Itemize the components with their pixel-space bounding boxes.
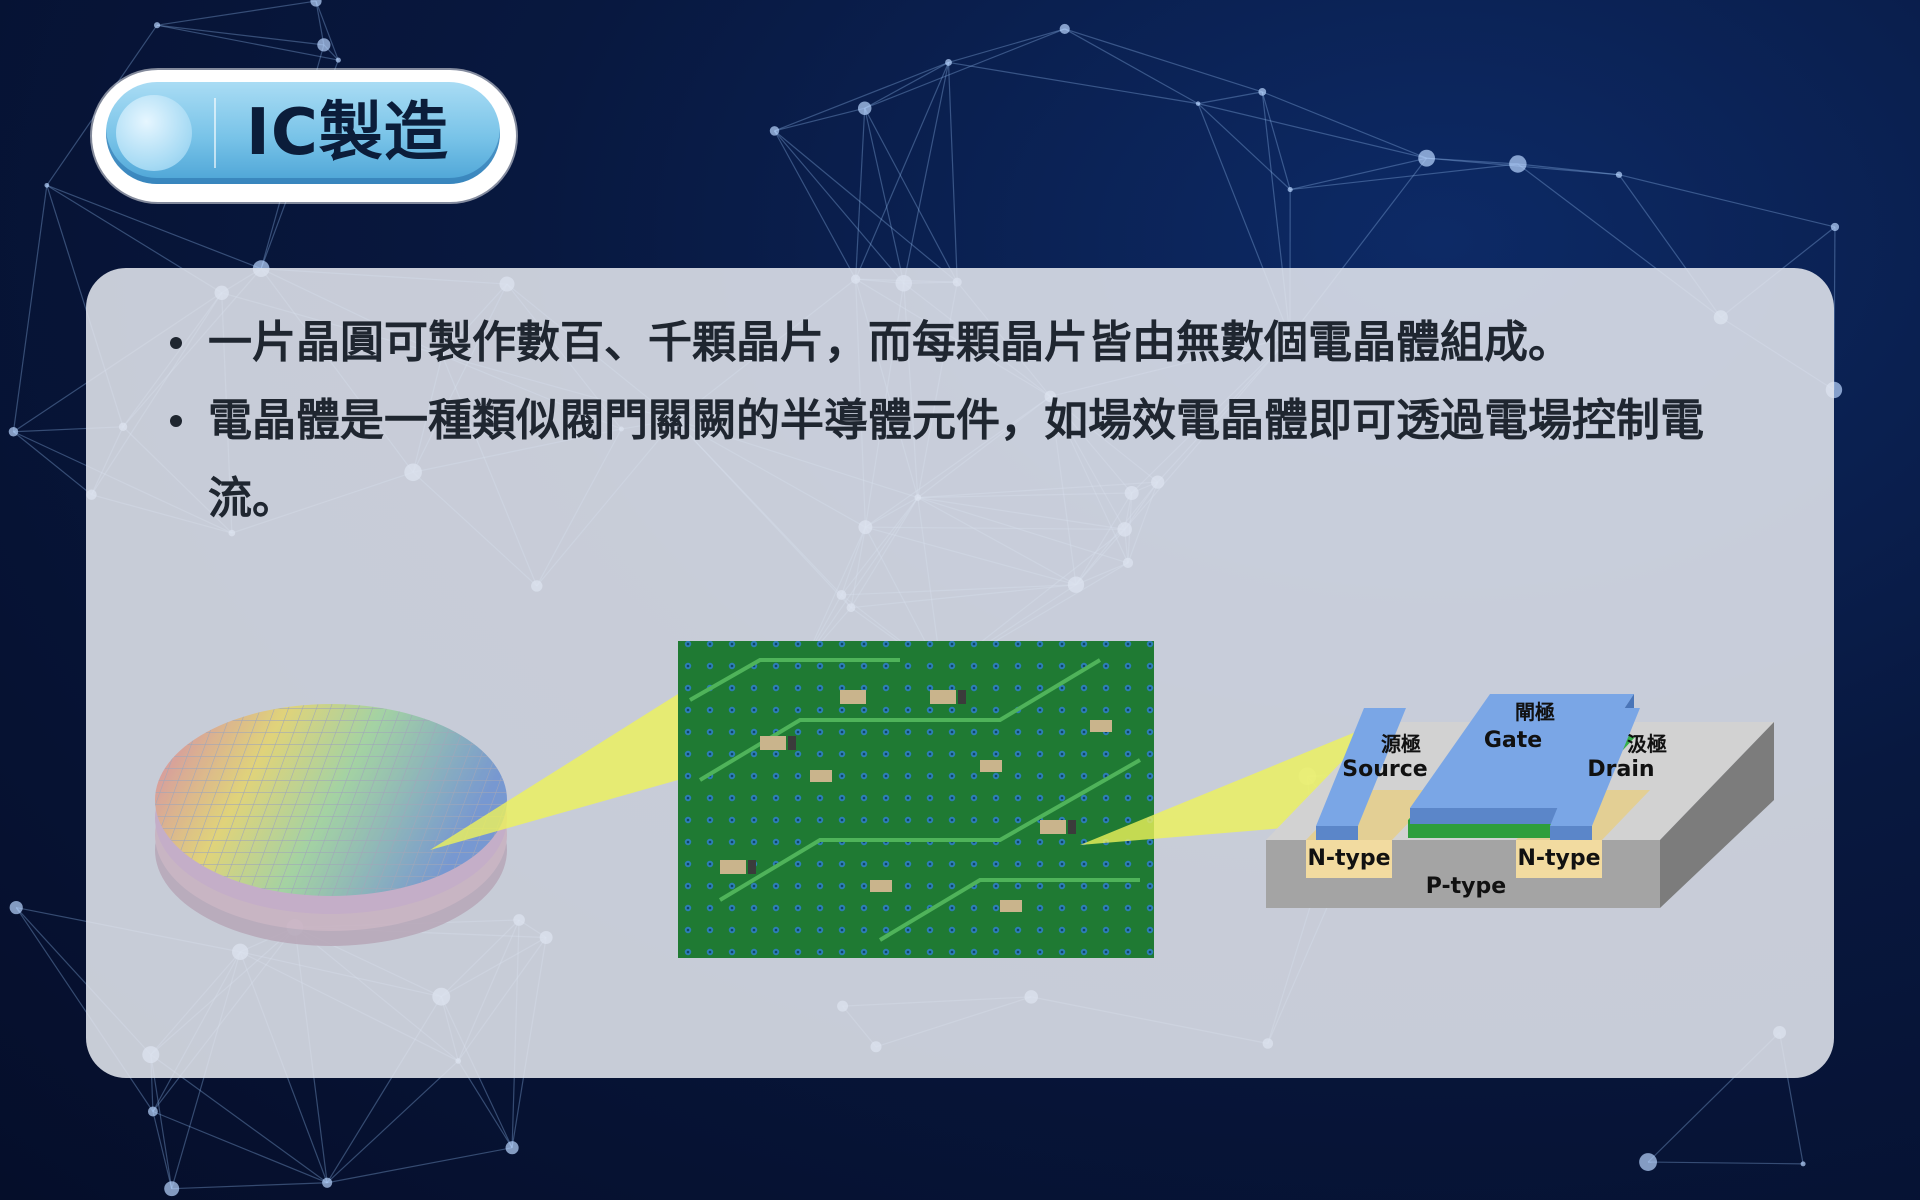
source-label-en: Source bbox=[1342, 757, 1428, 782]
gate-label-en: Gate bbox=[1483, 728, 1543, 753]
gate-label-cn: 閘極 bbox=[1515, 700, 1555, 724]
drain-label-en: Drain bbox=[1587, 757, 1655, 782]
pcb-photo bbox=[678, 641, 1154, 958]
ntype-right-label: N-type bbox=[1517, 846, 1601, 871]
ntype-left-label: N-type bbox=[1307, 846, 1391, 871]
illustration-layer bbox=[155, 641, 1774, 958]
wafer-stack-image bbox=[155, 704, 507, 946]
mosfet-diagram bbox=[1266, 694, 1774, 908]
source-label-cn: 源極 bbox=[1381, 732, 1421, 756]
drain-label-cn: 汲極 bbox=[1627, 732, 1667, 756]
ptype-label: P-type bbox=[1425, 874, 1507, 899]
